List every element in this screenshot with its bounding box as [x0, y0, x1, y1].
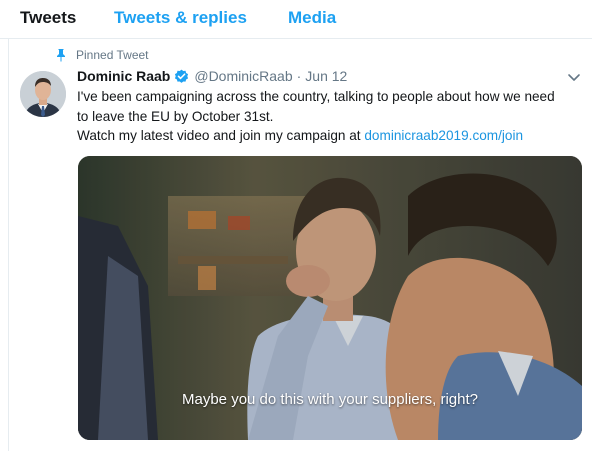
pinned-indicator: Pinned Tweet — [55, 47, 149, 63]
tweet-text-line: Watch my latest video and join my campai… — [77, 126, 577, 146]
campaign-link[interactable]: dominicraab2019.com/join — [364, 128, 523, 143]
video-caption: Maybe you do this with your suppliers, r… — [182, 391, 478, 408]
tweet-text-prefix: Watch my latest video and join my campai… — [77, 128, 365, 143]
verified-badge-icon — [175, 69, 189, 83]
tab-tweets-and-replies[interactable]: Tweets & replies — [114, 8, 247, 28]
chevron-down-icon[interactable] — [566, 69, 582, 85]
pinned-label: Pinned Tweet — [76, 48, 149, 62]
tweet-text-line: to leave the EU by October 31st. — [77, 108, 274, 124]
tweet-header: Dominic Raab @DominicRaab · Jun 12 — [77, 66, 347, 86]
tab-tweets[interactable]: Tweets — [20, 8, 76, 28]
video-player[interactable]: Maybe you do this with your suppliers, r… — [78, 156, 582, 440]
tab-media[interactable]: Media — [288, 8, 336, 28]
profile-timeline: Tweets Tweets & replies Media Pinned Twe… — [0, 0, 592, 451]
pin-icon — [57, 49, 65, 62]
profile-tabs: Tweets Tweets & replies Media — [0, 0, 592, 39]
tweet-date[interactable]: Jun 12 — [305, 68, 347, 84]
pinned-tweet[interactable]: Pinned Tweet Dominic Raab @DominicRaab ·… — [9, 39, 592, 451]
tweet-text-line: I've been campaigning across the country… — [77, 89, 555, 104]
separator-dot: · — [296, 68, 302, 84]
avatar[interactable] — [20, 71, 66, 117]
display-name[interactable]: Dominic Raab — [77, 68, 170, 84]
user-handle[interactable]: @DominicRaab — [194, 68, 292, 84]
tweet-text: I've been campaigning across the country… — [77, 87, 577, 146]
